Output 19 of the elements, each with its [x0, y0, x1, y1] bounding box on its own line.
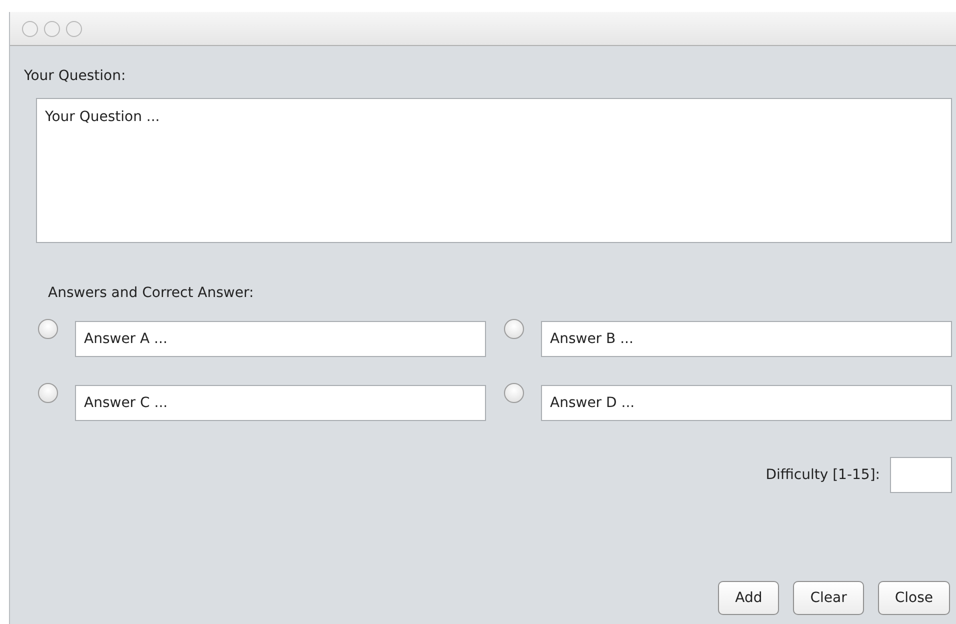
minimize-button[interactable]: [44, 20, 60, 36]
dialog-button[interactable]: Close: [878, 581, 950, 615]
question-field[interactable]: Your Question ...: [36, 98, 952, 243]
difficulty-label: Difficulty [1-15]:: [766, 467, 880, 483]
dialog-button[interactable]: Clear: [793, 581, 864, 615]
zoom-button[interactable]: [66, 20, 82, 36]
answer-field[interactable]: Answer D ...: [541, 385, 952, 421]
answer-radio[interactable]: [38, 383, 58, 403]
close-button[interactable]: [22, 20, 38, 36]
answer-field[interactable]: Answer C ...: [75, 385, 486, 421]
answers-label: Answers and Correct Answer:: [48, 285, 255, 301]
question-label: Your Question:: [24, 68, 127, 84]
dialog-button[interactable]: Add: [718, 581, 780, 615]
answer-field[interactable]: Answer A ...: [75, 321, 486, 357]
difficulty-field[interactable]: [890, 457, 952, 493]
answer-field[interactable]: Answer B ...: [541, 321, 952, 357]
answer-radio[interactable]: [504, 319, 524, 339]
answer-radio[interactable]: [38, 319, 58, 339]
answer-radio[interactable]: [504, 383, 524, 403]
